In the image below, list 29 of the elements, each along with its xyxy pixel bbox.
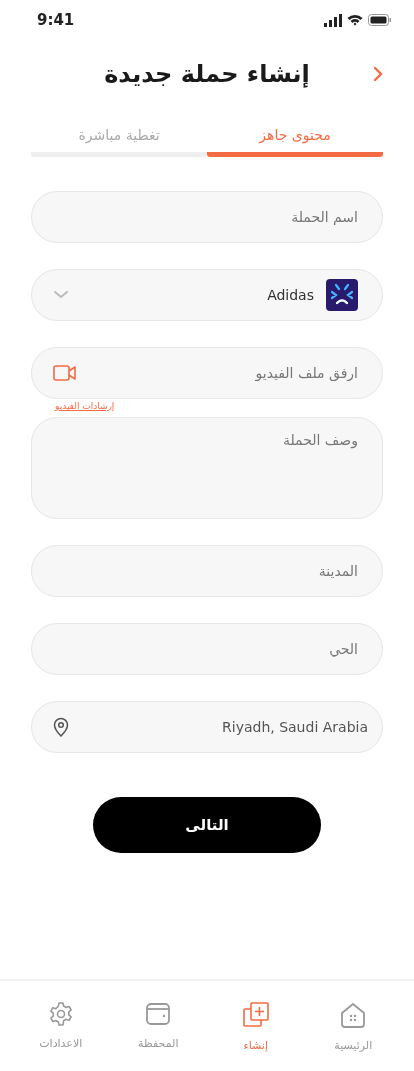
chevron-down-icon xyxy=(54,291,68,299)
wallet-icon xyxy=(145,1001,172,1027)
city-field[interactable]: المدينة xyxy=(31,545,383,597)
video-guide-link[interactable]: إرشادات الفيديو xyxy=(55,401,115,411)
campaign-description-field[interactable]: وصف الحملة xyxy=(31,417,383,519)
battery-icon xyxy=(368,14,392,26)
back-chevron-icon[interactable] xyxy=(372,66,384,82)
settings-icon xyxy=(47,1001,74,1027)
page-title: إنشاء حملة جديدة xyxy=(104,60,310,88)
district-field[interactable]: الحي xyxy=(31,623,383,675)
tab[interactable]: تغطية مباشرة xyxy=(31,119,207,157)
brand-select[interactable]: Adidas xyxy=(31,269,383,321)
tab[interactable]: محتوى جاهز xyxy=(207,119,383,157)
location-pin-icon xyxy=(53,717,69,737)
brand-logo-icon xyxy=(326,279,358,311)
next-button[interactable]: التالى xyxy=(93,797,321,853)
video-upload-field[interactable]: ارفق ملف الفيديو xyxy=(31,347,383,399)
nav-item[interactable]: المحفظة xyxy=(109,981,207,1071)
status-time: 9:41 xyxy=(37,11,75,29)
add-square-icon xyxy=(241,1001,270,1029)
campaign-name-field[interactable]: اسم الحملة xyxy=(31,191,383,243)
signal-icon xyxy=(324,13,342,27)
nav-item[interactable]: إنشاء xyxy=(207,981,305,1071)
nav-item[interactable]: الرئيسية xyxy=(304,981,402,1071)
nav-item[interactable]: الاعدادات xyxy=(12,981,110,1071)
home-icon xyxy=(339,1001,368,1029)
video-camera-icon xyxy=(53,365,77,381)
wifi-icon xyxy=(347,14,363,26)
location-field[interactable]: Riyadh, Saudi Arabia xyxy=(31,701,383,753)
